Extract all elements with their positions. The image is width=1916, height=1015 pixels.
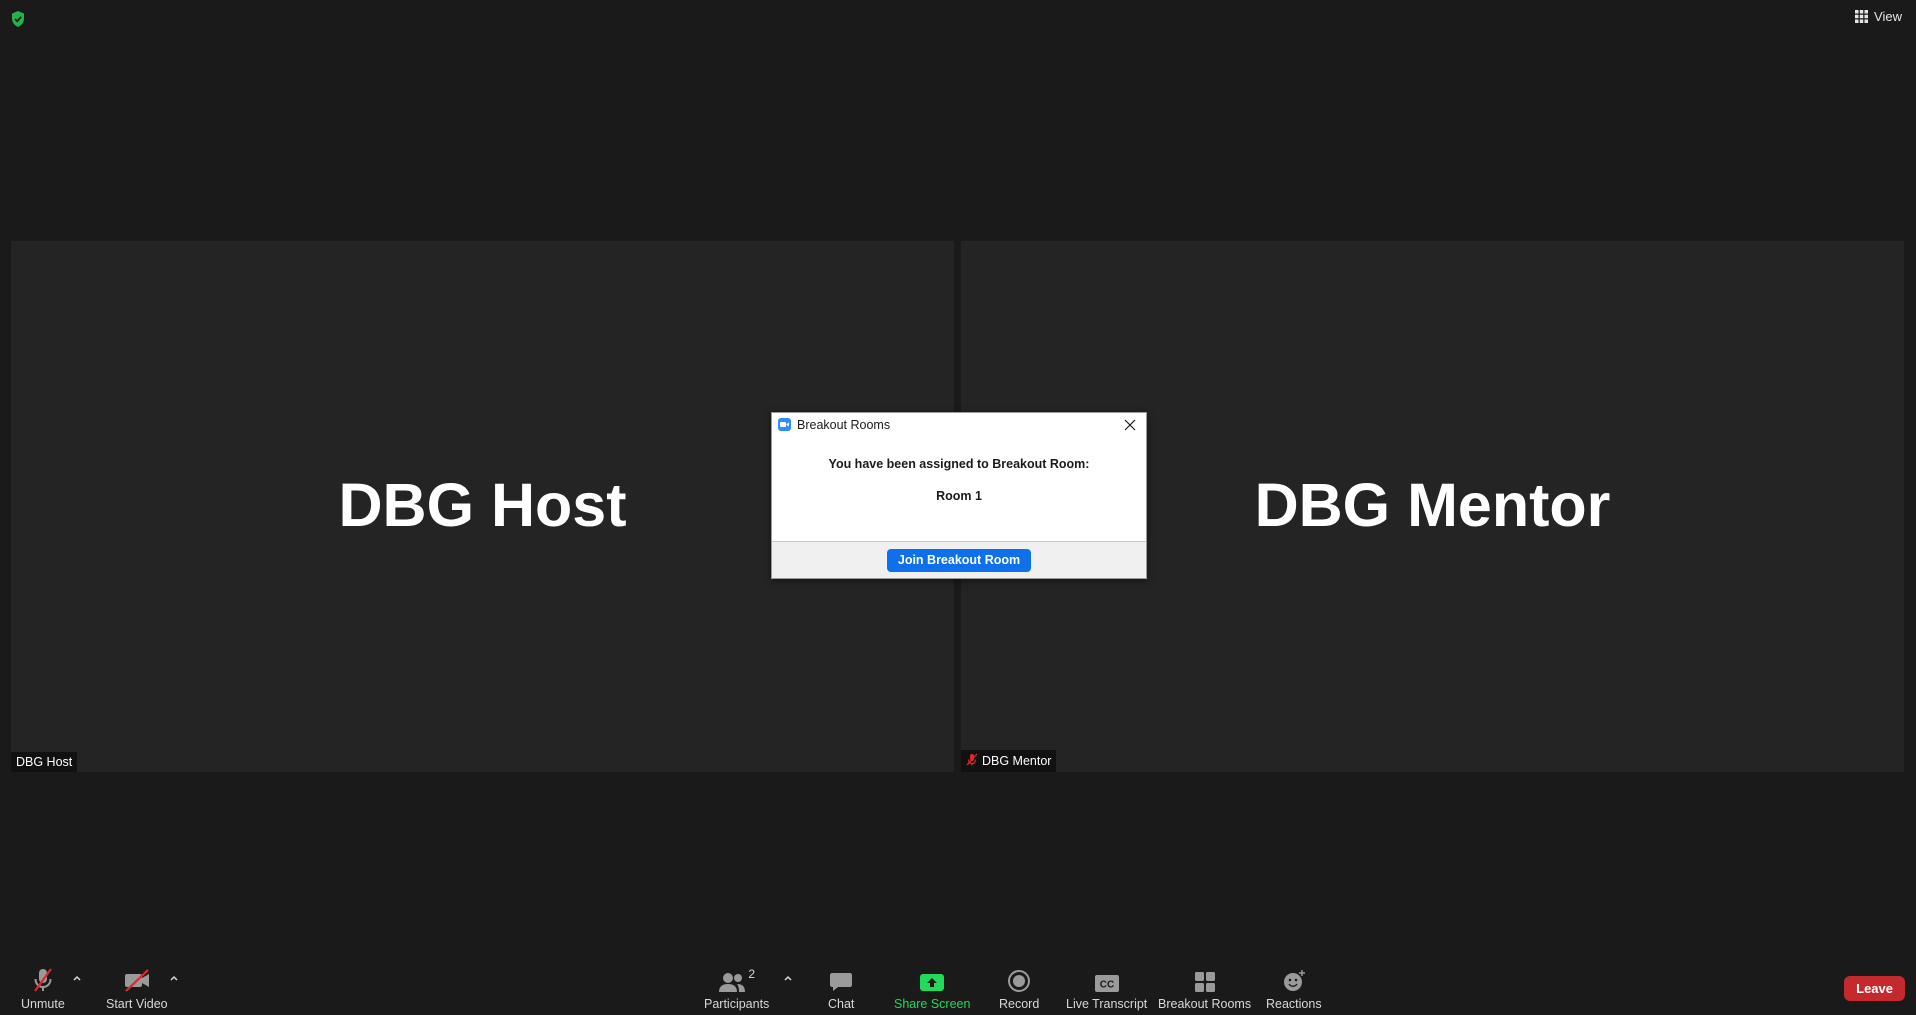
chat-label: Chat [828,997,855,1011]
participant-name-tag: DBG Host [11,752,78,772]
breakout-rooms-icon [1194,967,1216,993]
share-screen-label: Share Screen [894,997,971,1011]
participants-count: 2 [748,967,755,981]
participant-name-tag: DBG Mentor [961,750,1057,772]
breakout-rooms-label: Breakout Rooms [1158,997,1252,1011]
cc-text: CC [1099,980,1113,991]
record-label: Record [999,997,1040,1011]
reactions-label: Reactions [1266,997,1322,1011]
chevron-up-icon [784,975,792,981]
reactions-icon [1282,967,1306,993]
audio-options-caret[interactable] [71,971,83,983]
participants-icon [719,973,746,992]
view-button[interactable]: View [1855,9,1902,24]
live-transcript-button[interactable]: CC Live Transcript [1066,967,1147,1011]
chat-button[interactable]: Chat [828,967,854,1011]
encryption-shield-icon[interactable] [10,10,26,28]
chevron-up-icon [170,975,178,981]
zoom-logo-icon [778,418,791,431]
meeting-window: View DBG Host DBG Host DBG Mentor DBG Me… [0,0,1916,1015]
start-video-button[interactable]: Start Video [106,967,168,1011]
participants-options-caret[interactable] [782,971,794,983]
breakout-rooms-dialog: Breakout Rooms You have been assigned to… [771,412,1147,579]
record-button[interactable]: Record [999,967,1039,1011]
participants-icon-group: 2 [718,967,755,993]
video-options-caret[interactable] [168,971,180,983]
unmute-button[interactable]: Unmute [21,967,65,1011]
grid-view-icon [1855,10,1869,23]
closed-captions-icon: CC [1094,967,1120,993]
meeting-controls-toolbar: Unmute Start Video 2 Participants Chat S… [0,963,1916,1015]
record-icon [1007,967,1031,993]
dialog-title: Breakout Rooms [797,417,891,432]
share-screen-icon [919,967,945,993]
name-tag-label: DBG Mentor [982,754,1052,768]
assignment-message: You have been assigned to Breakout Room: [828,457,1090,471]
chat-icon [829,967,853,993]
muted-microphone-icon [32,967,54,993]
join-breakout-room-button[interactable]: Join Breakout Room [886,548,1032,572]
reactions-button[interactable]: Reactions [1266,967,1322,1011]
dialog-titlebar: Breakout Rooms [772,413,1146,436]
assigned-room-name: Room 1 [936,489,982,503]
share-screen-button[interactable]: Share Screen [894,967,970,1011]
video-off-icon [123,967,151,993]
live-transcript-label: Live Transcript [1066,997,1148,1011]
close-button[interactable] [1120,415,1140,435]
dialog-footer: Join Breakout Room [772,541,1146,578]
start-video-label: Start Video [106,997,168,1011]
name-tag-label: DBG Host [16,755,73,769]
dialog-body: You have been assigned to Breakout Room:… [772,436,1146,552]
close-icon [1124,419,1136,430]
breakout-rooms-button[interactable]: Breakout Rooms [1158,967,1251,1011]
unmute-label: Unmute [21,997,65,1011]
view-label: View [1874,9,1902,24]
participants-label: Participants [704,997,770,1011]
leave-button[interactable]: Leave [1844,976,1905,1001]
muted-mic-icon [966,753,978,769]
chevron-up-icon [73,975,81,981]
participants-button[interactable]: 2 Participants [704,967,769,1011]
